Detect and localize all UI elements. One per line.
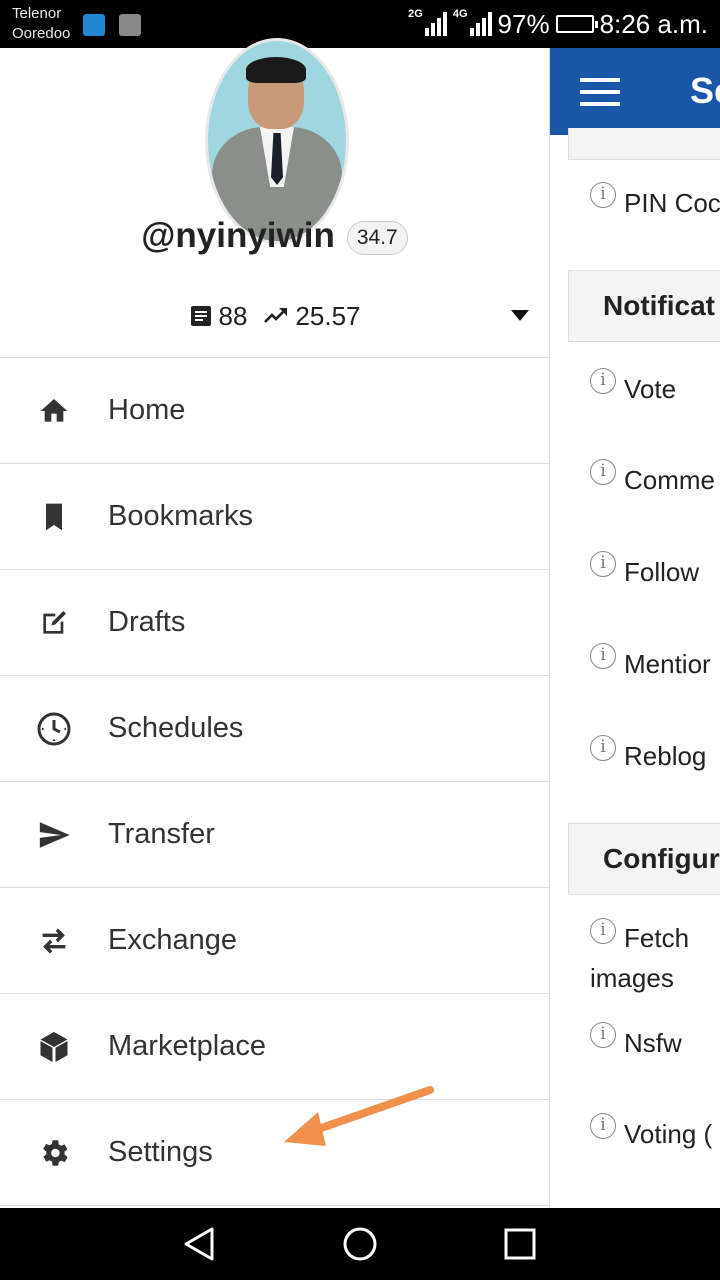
profile-header: @nyinyiwin 34.7 xyxy=(0,211,549,261)
app-bar: Se xyxy=(550,48,720,135)
setting-label: PIN Coc xyxy=(624,188,720,218)
edit-icon xyxy=(36,605,72,641)
section-header-partial xyxy=(568,128,720,160)
menu-item-transfer[interactable]: Transfer xyxy=(0,781,549,887)
swap-icon xyxy=(36,923,72,959)
battery-icon xyxy=(555,15,598,33)
menu-item-label: Marketplace xyxy=(108,1030,266,1062)
menu-item-exchange[interactable]: Exchange xyxy=(0,887,549,993)
home-icon xyxy=(36,393,72,429)
annotation-arrow-icon xyxy=(284,1086,434,1146)
setting-voting[interactable]: i Voting ( xyxy=(590,1113,713,1150)
menu-item-bookmarks[interactable]: Bookmarks xyxy=(0,463,549,569)
bookmark-icon xyxy=(36,499,72,535)
info-icon[interactable]: i xyxy=(590,735,616,761)
setting-fetch-images[interactable]: i Fetch images xyxy=(590,918,720,998)
setting-label: Follow xyxy=(624,557,700,587)
info-icon[interactable]: i xyxy=(590,459,616,485)
section-header-configuration: Configur xyxy=(568,823,720,895)
menu-item-settings[interactable]: Settings xyxy=(0,1099,549,1206)
carrier-1: Telenor xyxy=(12,5,62,22)
setting-label: Vote xyxy=(624,374,677,404)
home-button-icon[interactable] xyxy=(342,1226,378,1262)
menu-item-label: Transfer xyxy=(108,818,215,850)
setting-follow[interactable]: i Follow xyxy=(590,551,700,588)
signal-icon-2 xyxy=(469,12,492,36)
signal-icon xyxy=(424,12,447,36)
trending-up-icon xyxy=(264,308,288,323)
username[interactable]: @nyinyiwin xyxy=(141,216,335,256)
info-icon[interactable]: i xyxy=(590,1113,616,1139)
carrier-2: Ooredoo xyxy=(12,25,71,42)
menu-item-marketplace[interactable]: Marketplace xyxy=(0,993,549,1099)
profile-stats: 88 25.57 xyxy=(0,296,549,336)
setting-pin-code[interactable]: i PIN Coc xyxy=(590,182,720,219)
status-right: 2G 4G 97% 8:26 a.m. xyxy=(408,0,708,48)
setting-nsfw[interactable]: i Nsfw xyxy=(590,1022,682,1059)
post-count: 88 xyxy=(218,300,248,331)
carrier-names: Telenor Ooredoo xyxy=(12,4,70,44)
menu-item-drafts[interactable]: Drafts xyxy=(0,569,549,675)
clock-icon xyxy=(36,711,72,747)
status-bar: Telenor Ooredoo 2G 4G 97% 8:26 a.m. xyxy=(0,0,720,48)
setting-mention[interactable]: i Mentior xyxy=(590,643,711,680)
setting-label: Comme xyxy=(624,465,716,495)
system-nav-bar xyxy=(0,1208,720,1280)
info-icon[interactable]: i xyxy=(590,368,616,394)
account-dropdown-caret-icon[interactable] xyxy=(511,310,529,321)
screen-title: Se xyxy=(690,70,720,111)
setting-label: Reblog xyxy=(624,741,707,771)
gallery-notification-icon xyxy=(119,14,141,36)
setting-label: Voting ( xyxy=(624,1119,713,1149)
info-icon[interactable]: i xyxy=(590,1022,616,1048)
menu-item-schedules[interactable]: Schedules xyxy=(0,675,549,781)
voting-power-stat: 25.57 xyxy=(263,300,361,332)
menu-item-label: Schedules xyxy=(108,712,244,744)
menu-item-home[interactable]: Home xyxy=(0,357,549,463)
drawer-menu: Home Bookmarks Drafts Schedules Transfer xyxy=(0,357,549,1206)
settings-screen: Se i PIN Coc Notificat i Vote i Comme i … xyxy=(550,48,720,1208)
setting-reblog[interactable]: i Reblog xyxy=(590,735,707,772)
cube-icon xyxy=(36,1029,72,1065)
notification-app-icon xyxy=(83,14,105,36)
menu-icon[interactable] xyxy=(580,78,620,106)
setting-comment[interactable]: i Comme xyxy=(590,459,716,496)
recents-icon[interactable] xyxy=(502,1226,538,1262)
info-icon[interactable]: i xyxy=(590,918,616,944)
post-count-stat: 88 xyxy=(189,300,248,332)
setting-label: Mentior xyxy=(624,649,711,679)
voting-power: 25.57 xyxy=(295,300,361,331)
reputation-badge: 34.7 xyxy=(346,221,408,255)
network-type-2: 4G xyxy=(452,8,468,20)
battery-percent: 97% xyxy=(497,8,550,39)
menu-item-label: Settings xyxy=(108,1136,213,1168)
navigation-drawer: @nyinyiwin 34.7 88 25.57 Home Bookmarks xyxy=(0,38,550,1208)
section-title: Configur xyxy=(603,843,720,874)
gear-icon xyxy=(36,1135,72,1171)
info-icon[interactable]: i xyxy=(590,182,616,208)
section-header-notifications: Notificat xyxy=(568,270,720,342)
menu-item-label: Exchange xyxy=(108,924,237,956)
clock: 8:26 a.m. xyxy=(599,8,708,39)
send-icon xyxy=(36,817,72,853)
setting-label: Nsfw xyxy=(624,1028,682,1058)
menu-item-label: Home xyxy=(108,394,186,426)
network-type-1: 2G xyxy=(408,8,423,20)
section-title: Notificat xyxy=(603,290,715,321)
setting-vote[interactable]: i Vote xyxy=(590,368,677,405)
back-icon[interactable] xyxy=(182,1226,218,1262)
info-icon[interactable]: i xyxy=(590,551,616,577)
info-icon[interactable]: i xyxy=(590,643,616,669)
menu-item-label: Drafts xyxy=(108,606,186,638)
menu-item-label: Bookmarks xyxy=(108,500,254,532)
document-icon xyxy=(190,306,211,326)
